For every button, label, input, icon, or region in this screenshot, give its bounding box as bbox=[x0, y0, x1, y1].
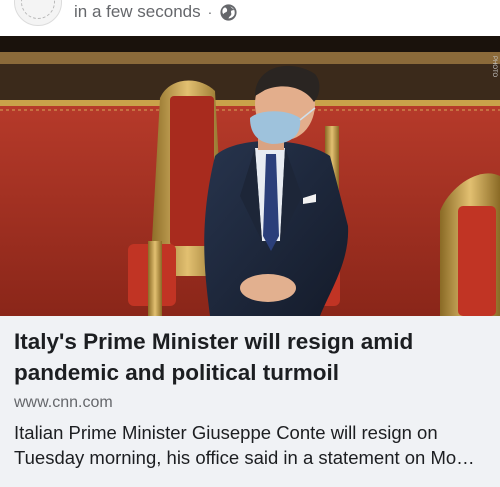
avatar-seal-graphic bbox=[21, 0, 55, 19]
article-photo[interactable]: PHOTO bbox=[0, 36, 500, 316]
article-photo-illustration: PHOTO bbox=[0, 36, 500, 316]
page-avatar[interactable] bbox=[14, 0, 62, 26]
link-preview-text[interactable]: Italy's Prime Minister will resign amid … bbox=[0, 316, 500, 487]
globe-icon[interactable] bbox=[220, 3, 237, 21]
article-headline[interactable]: Italy's Prime Minister will resign amid … bbox=[14, 326, 494, 388]
link-preview-card[interactable]: PHOTO Italy's Prime Minister will resign… bbox=[0, 36, 500, 487]
post-timestamp[interactable]: in a few seconds bbox=[74, 2, 201, 22]
article-domain: www.cnn.com bbox=[14, 394, 113, 411]
article-description: Italian Prime Minister Giuseppe Conte wi… bbox=[14, 422, 475, 468]
post-header: in a few seconds · bbox=[0, 0, 500, 36]
svg-text:PHOTO: PHOTO bbox=[491, 56, 497, 78]
post-meta: in a few seconds · bbox=[74, 0, 237, 24]
meta-separator: · bbox=[207, 4, 213, 20]
